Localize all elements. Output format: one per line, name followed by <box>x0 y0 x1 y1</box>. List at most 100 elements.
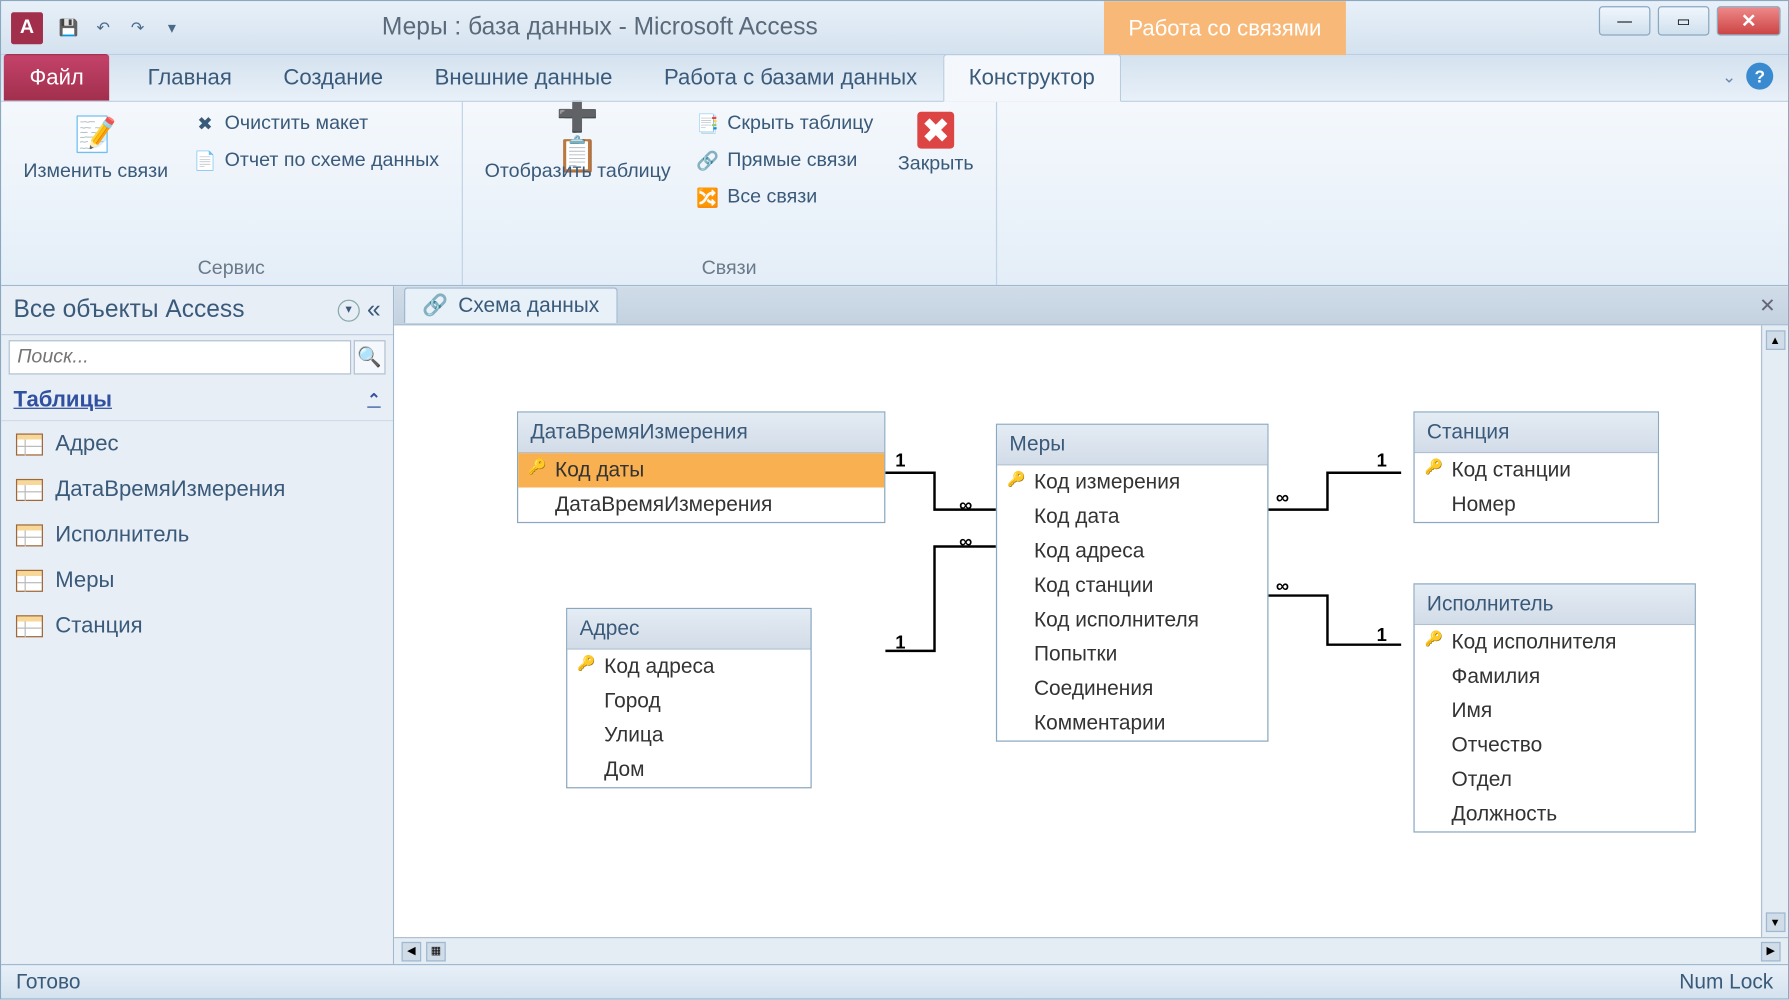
quick-access-toolbar: 💾 ↶ ↷ ▾ <box>53 13 188 42</box>
all-relations-icon: 🔀 <box>695 185 720 210</box>
horizontal-scrollbar[interactable]: ◀ ▦ ▶ <box>394 937 1788 964</box>
tab-designer[interactable]: Конструктор <box>943 54 1121 102</box>
rel-field[interactable]: Код адреса <box>997 534 1267 568</box>
nav-filter-icon[interactable]: ▾ <box>338 299 360 321</box>
direct-relations-label: Прямые связи <box>727 150 857 172</box>
save-icon[interactable]: 💾 <box>53 13 85 42</box>
collapse-group-icon[interactable]: ⌃ <box>367 390 380 410</box>
tab-home[interactable]: Главная <box>122 54 258 101</box>
rel-field[interactable]: Код даты <box>518 453 884 487</box>
rel-field[interactable]: Фамилия <box>1415 659 1695 693</box>
rel-field[interactable]: Код станции <box>1415 453 1658 487</box>
tab-external-data[interactable]: Внешние данные <box>409 54 638 101</box>
status-ready: Готово <box>16 970 80 995</box>
show-table-label: Отобразить таблицу <box>485 161 671 183</box>
nav-item-datetime[interactable]: ДатаВремяИзмерения <box>1 467 393 512</box>
tab-file[interactable]: Файл <box>4 54 110 101</box>
scroll-up-icon[interactable]: ▲ <box>1765 330 1785 350</box>
rel-table-measures[interactable]: Меры Код измерения Код дата Код адреса К… <box>996 424 1269 742</box>
window-controls: — ▭ ✕ <box>1599 6 1781 35</box>
edit-relationships-button[interactable]: 📝 Изменить связи <box>18 109 173 185</box>
doc-tab-schema[interactable]: 🔗 Схема данных <box>404 287 618 323</box>
redo-icon[interactable]: ↷ <box>122 13 154 42</box>
rel-field[interactable]: Отчество <box>1415 728 1695 762</box>
rel-field[interactable]: Улица <box>567 718 810 752</box>
rel-field[interactable]: Соединения <box>997 672 1267 706</box>
close-relations-label: Закрыть <box>898 154 974 176</box>
tab-create[interactable]: Создание <box>258 54 409 101</box>
direct-relations-button[interactable]: 🔗 Прямые связи <box>690 146 878 175</box>
vertical-scrollbar[interactable]: ▲ ▼ <box>1761 325 1788 937</box>
minimize-button[interactable]: — <box>1599 6 1651 35</box>
doc-tab-label: Схема данных <box>458 293 599 318</box>
undo-icon[interactable]: ↶ <box>87 13 119 42</box>
nav-collapse-icon[interactable]: « <box>367 296 381 324</box>
rel-field[interactable]: ДатаВремяИзмерения <box>518 488 884 522</box>
rel-field[interactable]: Комментарии <box>997 706 1267 740</box>
rel-field[interactable]: Дом <box>567 753 810 787</box>
collapse-ribbon-icon[interactable]: ⌄ <box>1722 66 1736 87</box>
nav-item-address[interactable]: Адрес <box>1 421 393 466</box>
rel-field[interactable]: Код исполнителя <box>1415 625 1695 659</box>
cardinality-one: 1 <box>1377 451 1387 472</box>
ribbon-body: 📝 Изменить связи ✖ Очистить макет 📄 Отче… <box>1 102 1788 286</box>
tab-database-tools[interactable]: Работа с базами данных <box>638 54 943 101</box>
doc-close-button[interactable]: ✕ <box>1759 293 1775 318</box>
nav-header[interactable]: Все объекты Access ▾ « <box>1 286 393 335</box>
rel-field[interactable]: Номер <box>1415 488 1658 522</box>
nav-item-executor[interactable]: Исполнитель <box>1 512 393 557</box>
hide-table-label: Скрыть таблицу <box>727 113 873 135</box>
rel-table-header: ДатаВремяИзмерения <box>518 413 884 454</box>
table-icon <box>16 478 43 500</box>
rel-table-executor[interactable]: Исполнитель Код исполнителя Фамилия Имя … <box>1413 583 1695 832</box>
nav-item-label: Исполнитель <box>55 522 189 548</box>
rel-table-datetime[interactable]: ДатаВремяИзмерения Код даты ДатаВремяИзм… <box>517 411 885 523</box>
navigation-pane: Все объекты Access ▾ « 🔍 Таблицы ⌃ Адрес… <box>1 286 394 964</box>
table-icon <box>16 615 43 637</box>
close-relations-button[interactable]: ✖ Закрыть <box>893 109 978 178</box>
scroll-right-icon[interactable]: ▶ <box>1761 941 1781 961</box>
rel-table-address[interactable]: Адрес Код адреса Город Улица Дом <box>566 608 812 789</box>
scroll-down-icon[interactable]: ▼ <box>1765 912 1785 932</box>
cardinality-one: 1 <box>1377 625 1387 646</box>
doc-tab-bar: 🔗 Схема данных ✕ <box>394 286 1788 325</box>
nav-group-tables-label: Таблицы <box>14 387 112 413</box>
relationship-report-button[interactable]: 📄 Отчет по схеме данных <box>188 146 444 175</box>
rel-field[interactable]: Код адреса <box>567 650 810 684</box>
scroll-left-icon[interactable]: ◀ <box>402 941 422 961</box>
nav-item-station[interactable]: Станция <box>1 603 393 648</box>
rel-field[interactable]: Код измерения <box>997 465 1267 499</box>
ribbon-group-service: 📝 Изменить связи ✖ Очистить макет 📄 Отче… <box>1 102 462 285</box>
nav-item-measures[interactable]: Меры <box>1 558 393 603</box>
rel-field[interactable]: Имя <box>1415 694 1695 728</box>
clear-layout-button[interactable]: ✖ Очистить макет <box>188 109 444 138</box>
relationships-canvas[interactable]: 1 ∞ 1 ∞ ∞ 1 ∞ 1 ДатаВремяИзмерения Код д… <box>394 325 1788 937</box>
scroll-track[interactable]: ▦ <box>426 941 446 961</box>
rel-field[interactable]: Должность <box>1415 797 1695 831</box>
rel-field[interactable]: Отдел <box>1415 763 1695 797</box>
all-relations-button[interactable]: 🔀 Все связи <box>690 183 878 212</box>
rel-field[interactable]: Код исполнителя <box>997 603 1267 637</box>
cardinality-one: 1 <box>895 632 905 653</box>
nav-group-tables[interactable]: Таблицы ⌃ <box>1 379 393 421</box>
rel-table-station[interactable]: Станция Код станции Номер <box>1413 411 1659 523</box>
report-icon: 📄 <box>193 149 218 174</box>
close-button[interactable]: ✕ <box>1717 6 1781 35</box>
rel-field[interactable]: Код дата <box>997 500 1267 534</box>
search-input[interactable] <box>9 340 352 374</box>
rel-field[interactable]: Попытки <box>997 637 1267 671</box>
hide-table-icon: 📑 <box>695 112 720 137</box>
edit-relationships-icon: 📝 <box>74 112 118 156</box>
help-icon[interactable]: ? <box>1746 63 1773 90</box>
direct-relations-icon: 🔗 <box>695 149 720 174</box>
ribbon-group-relations: ➕📋 Отобразить таблицу 📑 Скрыть таблицу 🔗… <box>462 102 996 285</box>
hide-table-button[interactable]: 📑 Скрыть таблицу <box>690 109 878 138</box>
close-icon: ✖ <box>917 112 954 149</box>
contextual-tab-label: Работа со связями <box>1104 1 1346 55</box>
qat-dropdown-icon[interactable]: ▾ <box>156 13 188 42</box>
rel-field[interactable]: Город <box>567 684 810 718</box>
show-table-button[interactable]: ➕📋 Отобразить таблицу <box>480 109 676 185</box>
search-button[interactable]: 🔍 <box>354 340 386 374</box>
rel-field[interactable]: Код станции <box>997 569 1267 603</box>
maximize-button[interactable]: ▭ <box>1658 6 1710 35</box>
